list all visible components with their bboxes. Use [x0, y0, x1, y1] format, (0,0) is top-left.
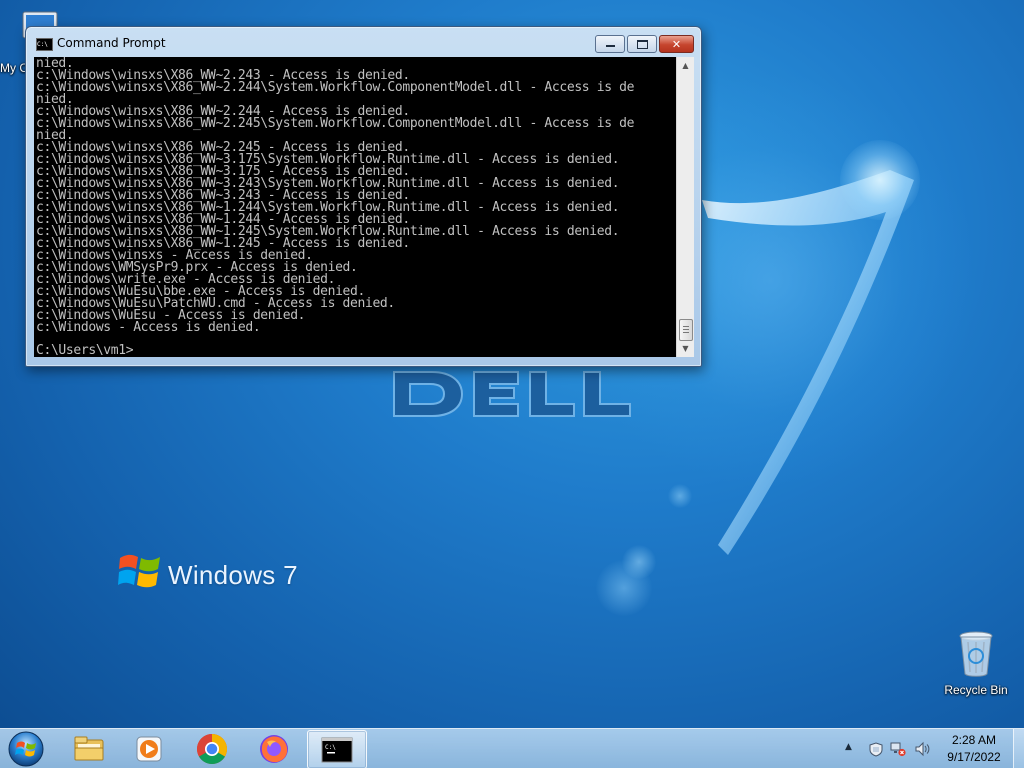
- console-prompt[interactable]: C:\Users\vm1>: [36, 344, 134, 357]
- windows-brand-version: 7: [283, 560, 298, 590]
- scrollbar-thumb[interactable]: [679, 319, 693, 341]
- clock-time: 2:28 AM: [951, 733, 997, 747]
- taskbar-firefox-button[interactable]: [246, 730, 302, 767]
- command-prompt-window[interactable]: C:\ Command Prompt ✕ nied. c:\Windows\win…: [25, 26, 702, 367]
- windows-brand-text: Windows: [168, 560, 276, 590]
- chrome-icon: [196, 733, 228, 764]
- action-center-icon[interactable]: [868, 741, 884, 757]
- minimize-button[interactable]: [595, 35, 625, 53]
- folder-icon: [74, 736, 104, 760]
- wallpaper-seven-graphic: [702, 170, 914, 555]
- show-hidden-icons-icon[interactable]: ▲: [845, 742, 861, 758]
- show-desktop-button[interactable]: [1013, 729, 1024, 768]
- taskbar-command-prompt-button[interactable]: C:\: [307, 730, 367, 768]
- minimize-icon: [605, 45, 615, 47]
- close-button[interactable]: ✕: [659, 35, 694, 53]
- windows-flag-logo: [118, 554, 160, 588]
- network-icon[interactable]: [890, 741, 906, 757]
- desktop-icon-recycle-bin[interactable]: Recycle Bin: [936, 630, 1016, 697]
- clock-date: 9/17/2022: [947, 750, 1001, 764]
- vertical-scrollbar[interactable]: ▲ ▼: [676, 57, 694, 357]
- maximize-button[interactable]: [627, 35, 657, 53]
- taskbar-chrome-button[interactable]: [184, 730, 240, 767]
- desktop[interactable]: Windows 7 My Computer Recycle Bin C:\ Co…: [0, 0, 1024, 768]
- console-line: c:\Windows\winsxs\X86_WW~2.244\System.Wo…: [36, 80, 635, 95]
- wallpaper-bokeh: [596, 560, 652, 616]
- media-player-icon: [136, 736, 162, 761]
- taskbar-media-player-button[interactable]: [121, 730, 177, 767]
- clock[interactable]: 2:28 AM 9/17/2022: [940, 732, 1008, 766]
- maximize-icon: [636, 39, 648, 49]
- desktop-icon-label: Recycle Bin: [944, 683, 1008, 697]
- notification-area: ▲ 2:28 AM 9/17/2022: [840, 729, 1024, 768]
- dell-logo: [393, 371, 631, 417]
- volume-icon[interactable]: [914, 741, 930, 757]
- console-line: c:\Windows - Access is denied.: [36, 320, 261, 335]
- start-orb-icon: [8, 731, 44, 767]
- start-button[interactable]: [6, 730, 46, 768]
- close-icon: ✕: [671, 37, 682, 51]
- wallpaper-bokeh: [668, 484, 692, 508]
- window-title: Command Prompt: [57, 36, 166, 50]
- cmd-icon: C:\: [36, 38, 53, 51]
- svg-text:C:\: C:\: [325, 744, 336, 751]
- recycle-bin-icon: [959, 631, 993, 677]
- taskbar-explorer-button[interactable]: [61, 730, 117, 767]
- console-line: c:\Windows\winsxs\X86_WW~2.245\System.Wo…: [36, 116, 635, 131]
- cmd-icon: C:\: [321, 737, 353, 762]
- console-lines: nied. c:\Windows\winsxs\X86_WW~2.243 - Ac…: [36, 57, 676, 335]
- window-titlebar[interactable]: C:\ Command Prompt ✕: [26, 27, 701, 57]
- windows-7-brand: Windows 7: [168, 560, 298, 591]
- wallpaper-bokeh: [622, 545, 656, 579]
- scroll-down-arrow-icon[interactable]: ▼: [677, 340, 694, 357]
- firefox-icon: [260, 734, 288, 763]
- scroll-up-arrow-icon[interactable]: ▲: [677, 57, 694, 74]
- console-output[interactable]: nied. c:\Windows\winsxs\X86_WW~2.243 - Ac…: [34, 57, 676, 357]
- taskbar: C:\ ▲ 2:28 AM 9/17/2022: [0, 728, 1024, 768]
